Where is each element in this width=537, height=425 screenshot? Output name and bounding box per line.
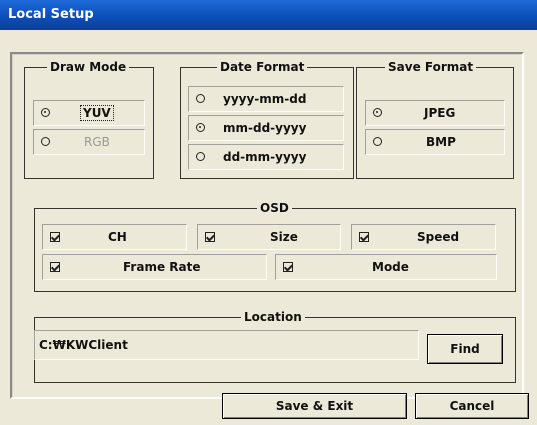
checkbox-label: Speed — [417, 230, 460, 244]
cancel-button[interactable]: Cancel — [415, 393, 529, 419]
title-bar: Local Setup — [0, 0, 537, 30]
option-label: RGB — [84, 135, 110, 149]
osd-checkbox-mode[interactable]: Mode — [275, 254, 497, 280]
location-group: Location C:₩KWClient Find — [34, 309, 516, 383]
date-format-option-mm-dd-yyyy[interactable]: mm-dd-yyyy — [188, 115, 344, 141]
save-exit-button[interactable]: Save & Exit — [222, 393, 407, 419]
option-label: YUV — [80, 105, 114, 121]
dialog-body: Draw Mode YUV RGB Date Format yyyy-mm-dd… — [0, 30, 537, 425]
osd-checkbox-speed[interactable]: Speed — [351, 224, 496, 250]
checkbox-checked-icon — [50, 262, 60, 272]
draw-mode-legend: Draw Mode — [47, 59, 130, 75]
save-format-option-jpeg[interactable]: JPEG — [365, 100, 505, 126]
location-path-field[interactable]: C:₩KWClient — [34, 330, 419, 360]
radio-selected-icon — [373, 108, 382, 117]
save-format-legend: Save Format — [385, 59, 477, 75]
osd-group: OSD CH Size Speed Frame Rate Mode — [34, 200, 516, 292]
osd-checkbox-frame-rate[interactable]: Frame Rate — [42, 254, 267, 280]
option-label: yyyy-mm-dd — [223, 92, 307, 106]
checkbox-label: Mode — [372, 260, 409, 274]
option-label: BMP — [426, 135, 456, 149]
save-format-option-bmp[interactable]: BMP — [365, 129, 505, 155]
radio-selected-icon — [41, 108, 50, 117]
window-title: Local Setup — [8, 7, 94, 22]
settings-frame: Draw Mode YUV RGB Date Format yyyy-mm-dd… — [10, 52, 524, 399]
checkbox-label: Frame Rate — [123, 260, 201, 274]
radio-unselected-icon — [41, 137, 50, 146]
date-format-legend: Date Format — [217, 59, 308, 75]
checkbox-checked-icon — [50, 232, 60, 242]
radio-unselected-icon — [373, 137, 382, 146]
location-path-text: C:₩KWClient — [39, 338, 128, 352]
draw-mode-option-yuv[interactable]: YUV — [33, 100, 145, 126]
checkbox-label: CH — [108, 230, 127, 244]
osd-legend: OSD — [257, 200, 292, 216]
checkbox-checked-icon — [205, 232, 215, 242]
checkbox-label: Size — [270, 230, 298, 244]
find-button[interactable]: Find — [427, 334, 503, 364]
checkbox-checked-icon — [283, 262, 293, 272]
osd-checkbox-ch[interactable]: CH — [42, 224, 187, 250]
osd-checkbox-size[interactable]: Size — [197, 224, 341, 250]
draw-mode-option-rgb[interactable]: RGB — [33, 129, 145, 155]
date-format-group: Date Format yyyy-mm-dd mm-dd-yyyy dd-mm-… — [180, 59, 354, 179]
save-format-group: Save Format JPEG BMP — [356, 59, 514, 179]
radio-unselected-icon — [196, 94, 205, 103]
radio-selected-icon — [196, 123, 205, 132]
option-label: dd-mm-yyyy — [223, 150, 307, 164]
radio-unselected-icon — [196, 152, 205, 161]
date-format-option-dd-mm-yyyy[interactable]: dd-mm-yyyy — [188, 144, 344, 170]
draw-mode-group: Draw Mode YUV RGB — [24, 59, 154, 179]
location-legend: Location — [241, 309, 305, 325]
date-format-option-yyyy-mm-dd[interactable]: yyyy-mm-dd — [188, 86, 344, 112]
checkbox-checked-icon — [359, 232, 369, 242]
option-label: mm-dd-yyyy — [223, 121, 307, 135]
option-label: JPEG — [424, 106, 456, 120]
